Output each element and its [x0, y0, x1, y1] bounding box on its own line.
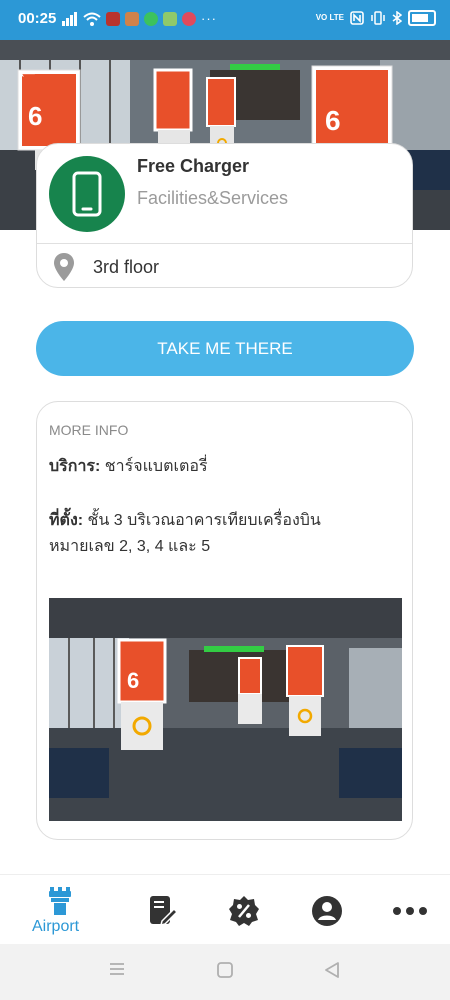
signal-icon — [62, 11, 77, 26]
volte-label: VO LTE — [315, 13, 344, 22]
svg-text:6: 6 — [28, 101, 42, 131]
system-nav-bar — [0, 944, 450, 1000]
app-icon — [182, 11, 196, 26]
service-line: บริการ: ชาร์จแบตเตอรี่ — [49, 453, 404, 481]
bluetooth-icon — [392, 11, 402, 25]
status-time: 00:25 — [18, 10, 57, 27]
charger-photo: 6 — [49, 598, 402, 821]
service-label: บริการ: — [49, 458, 101, 475]
discount-badge-icon — [229, 896, 259, 926]
profile-icon — [312, 896, 342, 926]
location-line-2: หมายเลข 2, 3, 4 และ 5 — [49, 538, 211, 555]
more-info-card: MORE INFO บริการ: ชาร์จแบตเตอรี่ ที่ตั้ง… — [36, 401, 413, 840]
more-info-label: MORE INFO — [49, 422, 129, 438]
divider — [37, 243, 412, 244]
wifi-icon — [83, 12, 101, 26]
notes-icon — [150, 896, 178, 927]
phone-icon — [49, 156, 125, 232]
vibrate-icon — [371, 11, 385, 25]
nav-more[interactable] — [390, 875, 430, 945]
app-icon — [125, 11, 139, 26]
status-left-icons: ··· — [62, 11, 217, 26]
map-pin-icon — [54, 253, 74, 281]
take-me-there-button[interactable]: TAKE ME THERE — [36, 321, 414, 376]
nav-deals[interactable] — [226, 875, 260, 945]
more-dots-icon — [393, 907, 427, 915]
facility-category: Facilities&Services — [137, 188, 289, 208]
nav-airport[interactable]: Airport — [28, 875, 92, 945]
back-arrow-icon[interactable]: ← — [14, 54, 40, 85]
facility-card: Free Charger Facilities&Services 3rd flo… — [36, 143, 413, 288]
status-bar: 00:25 ··· VO LTE — [0, 0, 450, 40]
airport-tower-icon — [49, 887, 71, 915]
home-icon[interactable] — [216, 961, 234, 979]
nfc-icon — [350, 11, 364, 25]
recents-icon[interactable] — [108, 961, 126, 977]
status-right-icons: VO LTE — [316, 10, 436, 26]
svg-text:6: 6 — [127, 668, 139, 693]
whatsapp-icon — [144, 11, 158, 26]
nav-profile[interactable] — [309, 875, 343, 945]
location-label: ที่ตั้ง: — [49, 512, 84, 529]
location-line: ที่ตั้ง: ชั้น 3 บริเวณอาคารเทียบเครื่องบ… — [49, 507, 404, 535]
back-icon[interactable] — [323, 961, 341, 979]
svg-text:6: 6 — [325, 105, 341, 136]
app-icon — [106, 11, 120, 26]
bottom-nav: Airport — [0, 874, 450, 945]
battery-icon — [408, 10, 436, 26]
facility-location: 3rd floor — [93, 257, 160, 277]
facility-title: Free Charger — [137, 156, 250, 176]
more-notifications: ··· — [201, 11, 217, 26]
nav-airport-label: Airport — [32, 918, 80, 935]
location-value: ชั้น 3 บริเวณอาคารเทียบเครื่องบิน — [87, 512, 321, 529]
nav-notes[interactable] — [146, 875, 180, 945]
app-icon — [163, 11, 177, 26]
service-value: ชาร์จแบตเตอรี่ — [104, 458, 208, 475]
